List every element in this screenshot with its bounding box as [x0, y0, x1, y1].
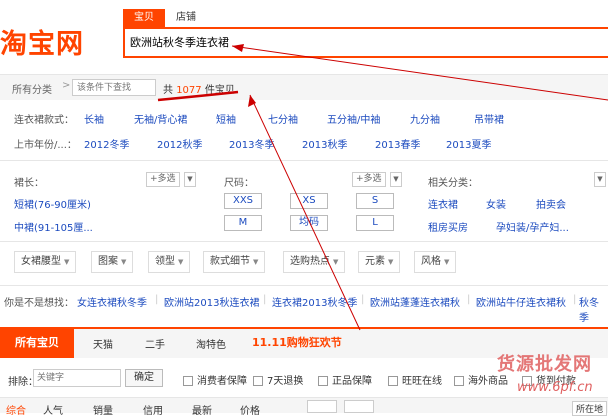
watermark-url: www.6pf.cn [517, 380, 593, 395]
arrow-line [231, 45, 608, 101]
arrow-head-icon [232, 44, 244, 52]
underline-annotation [157, 90, 239, 102]
watermark: 货源批发网 [497, 354, 592, 375]
arrow-line [249, 94, 361, 331]
